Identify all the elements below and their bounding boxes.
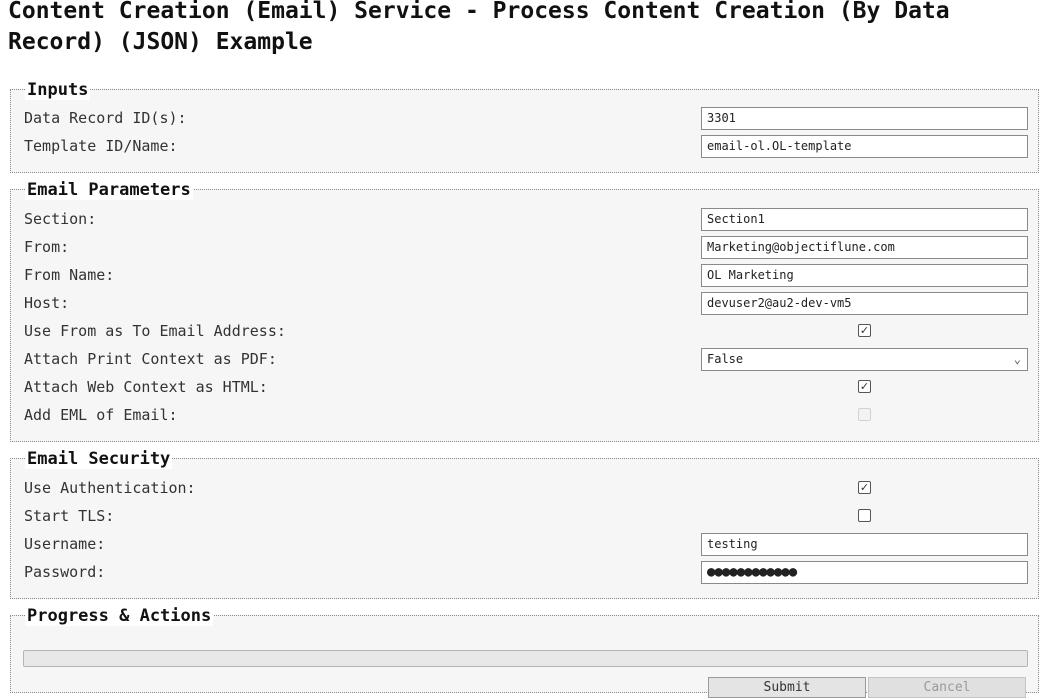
data-record-label: Data Record ID(s): — [24, 109, 187, 127]
attach-print-label: Attach Print Context as PDF: — [24, 350, 277, 368]
start-tls-label: Start TLS: — [24, 507, 115, 525]
inputs-section: Inputs Data Record ID(s): 3301 Template … — [10, 80, 1039, 173]
add-eml-label: Add EML of Email: — [24, 406, 178, 424]
use-from-checkbox[interactable]: ✓ — [858, 324, 871, 337]
section-row: Section: Section1 — [11, 207, 1038, 231]
add-eml-row: Add EML of Email: — [11, 403, 1038, 427]
submit-button[interactable]: Submit — [708, 677, 866, 698]
template-row: Template ID/Name: email-ol.OL-template — [11, 134, 1038, 158]
data-record-row: Data Record ID(s): 3301 — [11, 106, 1038, 130]
progress-actions-legend: Progress & Actions — [25, 606, 214, 626]
use-auth-row: Use Authentication: ✓ — [11, 476, 1038, 500]
host-label: Host: — [24, 294, 70, 312]
section-input[interactable]: Section1 — [701, 208, 1028, 231]
username-label: Username: — [24, 535, 106, 553]
from-name-row: From Name: OL Marketing — [11, 263, 1038, 287]
from-name-label: From Name: — [24, 266, 115, 284]
start-tls-checkbox[interactable] — [858, 509, 871, 522]
section-label: Section: — [24, 210, 97, 228]
email-security-section: Email Security Use Authentication: ✓ Sta… — [10, 449, 1039, 599]
chevron-down-icon: ⌄ — [1013, 352, 1021, 366]
start-tls-row: Start TLS: — [11, 504, 1038, 528]
progress-actions-section: Progress & Actions Submit Cancel — [10, 606, 1039, 698]
attach-print-selected-value: False — [707, 352, 744, 366]
page-title: Content Creation (Email) Service - Proce… — [8, 0, 950, 55]
from-row: From: Marketing@objectiflune.com — [11, 235, 1038, 259]
password-label: Password: — [24, 563, 106, 581]
email-parameters-section: Email Parameters Section: Section1 From:… — [10, 180, 1039, 442]
attach-web-row: Attach Web Context as HTML: ✓ — [11, 375, 1038, 399]
inputs-legend: Inputs — [25, 80, 91, 100]
host-row: Host: devuser2@au2-dev-vm5 — [11, 291, 1038, 315]
username-row: Username: testing — [11, 532, 1038, 556]
attach-print-row: Attach Print Context as PDF: False ⌄ — [11, 347, 1038, 371]
progress-bar — [23, 650, 1028, 667]
add-eml-checkbox — [858, 408, 871, 421]
email-security-legend: Email Security — [25, 449, 173, 469]
password-input[interactable]: ●●●●●●●●●●●● — [701, 561, 1028, 584]
attach-web-checkbox[interactable]: ✓ — [858, 380, 871, 393]
password-row: Password: ●●●●●●●●●●●● — [11, 560, 1038, 584]
cancel-button: Cancel — [868, 677, 1026, 698]
use-auth-label: Use Authentication: — [24, 479, 196, 497]
host-input[interactable]: devuser2@au2-dev-vm5 — [701, 292, 1028, 315]
data-record-input[interactable]: 3301 — [701, 107, 1028, 130]
attach-web-label: Attach Web Context as HTML: — [24, 378, 268, 396]
template-input[interactable]: email-ol.OL-template — [701, 135, 1028, 158]
use-from-label: Use From as To Email Address: — [24, 322, 286, 340]
username-input[interactable]: testing — [701, 533, 1028, 556]
attach-print-select[interactable]: False ⌄ — [701, 348, 1028, 371]
email-parameters-legend: Email Parameters — [25, 180, 193, 200]
use-from-row: Use From as To Email Address: ✓ — [11, 319, 1038, 343]
from-input[interactable]: Marketing@objectiflune.com — [701, 236, 1028, 259]
from-label: From: — [24, 238, 70, 256]
use-auth-checkbox[interactable]: ✓ — [858, 481, 871, 494]
from-name-input[interactable]: OL Marketing — [701, 264, 1028, 287]
template-label: Template ID/Name: — [24, 137, 178, 155]
